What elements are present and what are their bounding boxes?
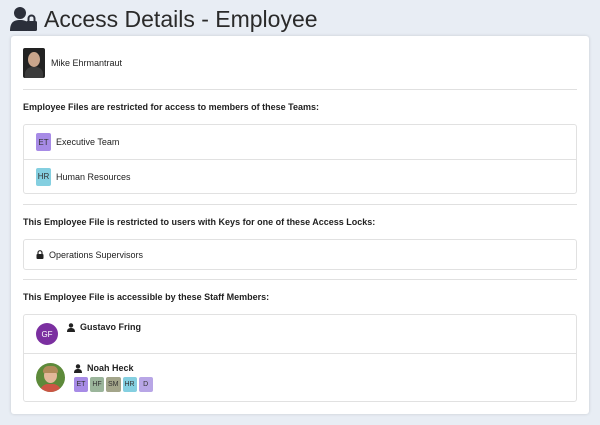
staff-details: Noah Heck ET HF SM HR D <box>74 363 155 392</box>
lock-name: Operations Supervisors <box>49 249 144 260</box>
staff-name: Noah Heck <box>74 363 155 373</box>
staff-member-row[interactable]: Noah Heck ET HF SM HR D <box>24 353 576 401</box>
staff-member-row[interactable]: GF Gustavo Fring <box>24 315 576 353</box>
avatar: GF <box>36 323 58 345</box>
staff-panel: GF Gustavo Fring Noah Heck ET HF SM HR D <box>23 314 577 402</box>
divider <box>23 204 577 205</box>
lock-row: Operations Supervisors <box>24 240 576 269</box>
team-name: Executive Team <box>56 137 120 147</box>
teams-panel: ET Executive Team HR Human Resources <box>23 124 577 194</box>
team-tag: HR <box>122 377 137 392</box>
person-icon <box>74 363 82 373</box>
divider <box>23 279 577 280</box>
staff-name-text: Noah Heck <box>87 363 134 373</box>
team-tag: ET <box>74 377 88 392</box>
page-header: Access Details - Employee <box>10 4 318 34</box>
team-tag: SM <box>106 377 121 392</box>
user-lock-icon <box>10 7 37 31</box>
team-badge: ET <box>36 133 51 151</box>
team-row: ET Executive Team <box>24 125 576 159</box>
access-details-card: Mike Ehrmantraut Employee Files are rest… <box>11 36 589 414</box>
person-icon <box>67 322 75 332</box>
team-badge: HR <box>36 167 51 186</box>
teams-section-title: Employee Files are restricted for access… <box>23 102 319 112</box>
team-tag: HF <box>90 377 104 392</box>
page-title: Access Details - Employee <box>44 5 318 32</box>
divider <box>23 89 577 90</box>
avatar <box>36 363 65 392</box>
team-tag: D <box>138 377 153 392</box>
team-tags: ET HF SM HR D <box>74 377 155 392</box>
locks-section-title: This Employee File is restricted to user… <box>23 217 376 227</box>
employee-photo <box>23 48 45 78</box>
employee-name: Mike Ehrmantraut <box>51 58 123 68</box>
staff-name: Gustavo Fring <box>67 322 141 332</box>
team-name: Human Resources <box>56 171 131 182</box>
staff-section-title: This Employee File is accessible by thes… <box>23 292 270 302</box>
team-row: HR Human Resources <box>24 159 576 193</box>
staff-name-text: Gustavo Fring <box>80 322 142 332</box>
locks-panel: Operations Supervisors <box>23 239 577 270</box>
employee-info: Mike Ehrmantraut <box>23 48 122 78</box>
lock-icon <box>36 250 44 259</box>
